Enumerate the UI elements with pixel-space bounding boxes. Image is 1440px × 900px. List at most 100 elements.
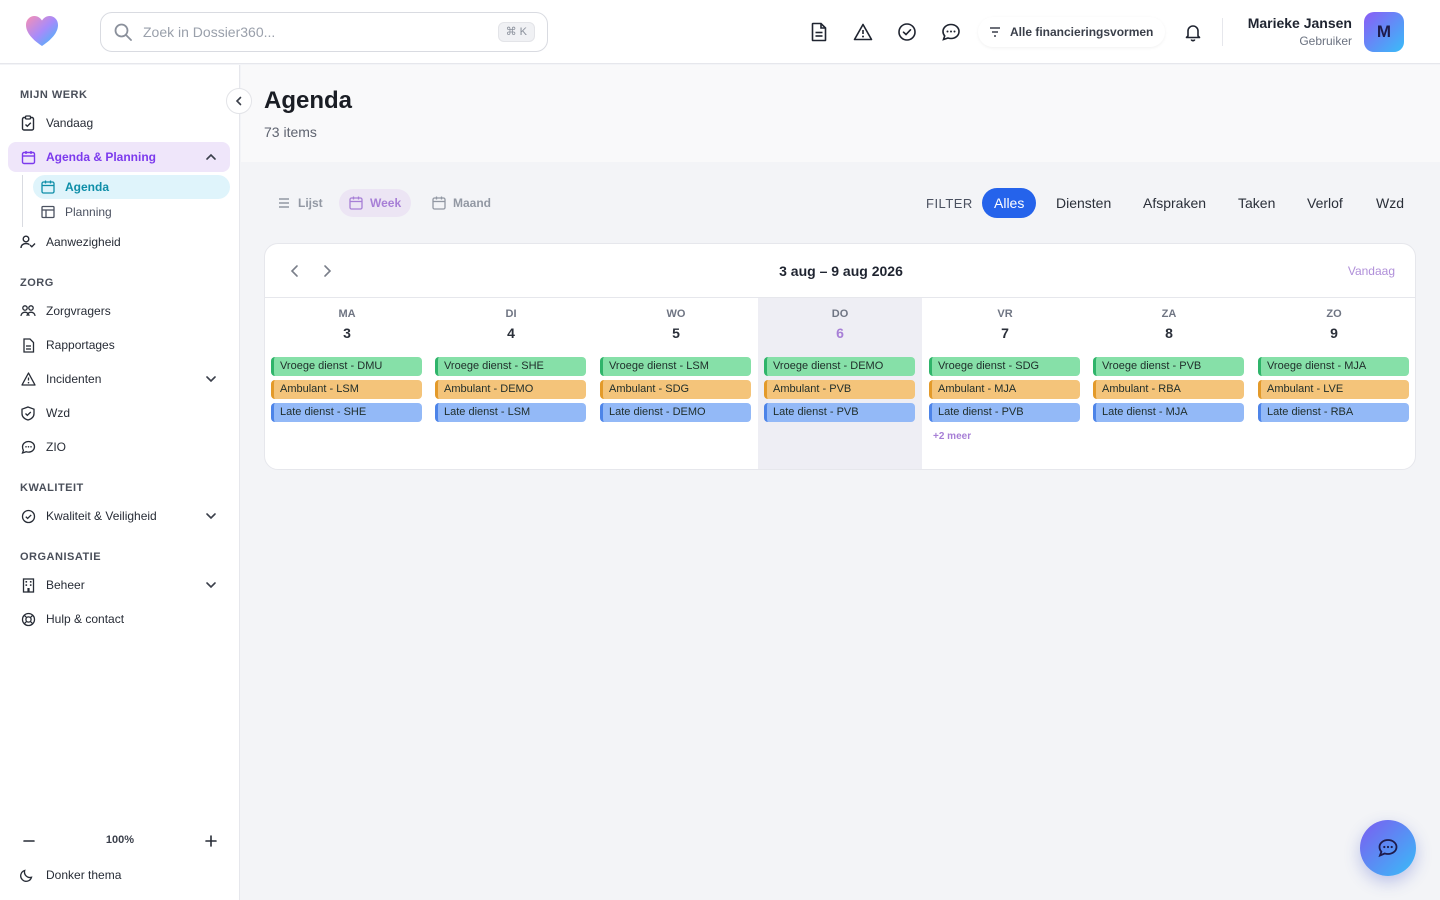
search-input[interactable]: Zoek in Dossier360... [143, 24, 275, 40]
sidebar-item-label: Kwaliteit & Veiligheid [46, 509, 157, 523]
calendar-event[interactable]: Late dienst - SHE [271, 403, 422, 422]
view-tab-week[interactable]: Week [339, 189, 412, 217]
lifebuoy-icon [20, 611, 36, 627]
submenu-line [22, 175, 23, 227]
avatar[interactable]: M [1364, 12, 1404, 52]
calendar-event[interactable]: Late dienst - RBA [1258, 403, 1409, 422]
day-number: 5 [672, 325, 680, 341]
calendar-icon [41, 180, 55, 194]
day-column-do[interactable]: DO 6 Vroege dienst - DEMO Ambulant - PVB… [758, 298, 922, 469]
view-tab-list[interactable]: Lijst [267, 189, 333, 217]
day-column-vr[interactable]: VR 7 Vroege dienst - SDG Ambulant - MJA … [923, 298, 1087, 469]
financing-filter-button[interactable]: Alle financieringsvormen [978, 17, 1166, 47]
sidebar-item-aanwezigheid[interactable]: Aanwezigheid [8, 227, 230, 257]
calendar-event[interactable]: Ambulant - LSM [271, 380, 422, 399]
sidebar-item-beheer[interactable]: Beheer [8, 570, 230, 600]
day-number: 8 [1165, 325, 1173, 341]
chat-icon [20, 439, 36, 455]
day-column-di[interactable]: DI 4 Vroege dienst - SHE Ambulant - DEMO… [429, 298, 593, 469]
calendar-icon [349, 196, 363, 210]
calendar-event[interactable]: Vroege dienst - MJA [1258, 357, 1409, 376]
filter-diensten[interactable]: Diensten [1056, 188, 1111, 218]
chevron-down-icon [206, 513, 216, 520]
calendar-event[interactable]: Late dienst - DEMO [600, 403, 751, 422]
filter-alles[interactable]: Alles [982, 188, 1037, 218]
date-range: 3 aug – 9 aug 2026 [779, 263, 903, 279]
calendar-event[interactable]: Vroege dienst - LSM [600, 357, 751, 376]
calendar-event[interactable]: Vroege dienst - SHE [435, 357, 586, 376]
item-count: 73 items [264, 124, 317, 140]
bell-icon[interactable] [1181, 20, 1205, 44]
calendar-event[interactable]: Ambulant - MJA [929, 380, 1080, 399]
chevron-up-icon [206, 153, 216, 160]
check-circle-icon[interactable] [895, 20, 919, 44]
calendar-event[interactable]: Late dienst - PVB [929, 403, 1080, 422]
filter-verlof[interactable]: Verlof [1307, 188, 1343, 218]
check-circle-icon [20, 508, 36, 524]
search-box[interactable]: Zoek in Dossier360... ⌘ K [100, 12, 548, 52]
calendar-event[interactable]: Late dienst - MJA [1093, 403, 1244, 422]
calendar-event[interactable]: Ambulant - LVE [1258, 380, 1409, 399]
sidebar-item-label: Agenda & Planning [46, 150, 157, 164]
sidebar-item-agenda-planning[interactable]: Agenda & Planning [8, 142, 230, 172]
day-column-za[interactable]: ZA 8 Vroege dienst - PVB Ambulant - RBA … [1087, 298, 1251, 469]
sidebar-item-rapportages[interactable]: Rapportages [8, 330, 230, 360]
calendar-event[interactable]: Ambulant - DEMO [435, 380, 586, 399]
sidebar-item-vandaag[interactable]: Vandaag [8, 108, 230, 138]
chevron-left-icon [235, 96, 242, 106]
collapse-sidebar-button[interactable] [226, 88, 252, 114]
day-name: WO [666, 308, 686, 320]
calendar-event[interactable]: Vroege dienst - DMU [271, 357, 422, 376]
calendar-event[interactable]: Vroege dienst - PVB [1093, 357, 1244, 376]
dark-theme-toggle[interactable]: Donker thema [20, 868, 121, 882]
sidebar-item-label: Aanwezigheid [46, 235, 121, 249]
calendar-event[interactable]: Late dienst - LSM [435, 403, 586, 422]
table-icon [41, 205, 55, 219]
sidebar-item-kwaliteit-veiligheid[interactable]: Kwaliteit & Veiligheid [8, 501, 230, 531]
filter-taken[interactable]: Taken [1238, 188, 1275, 218]
calendar-header: 3 aug – 9 aug 2026 Vandaag [265, 244, 1415, 298]
app-logo[interactable] [24, 14, 60, 50]
filter-afspraken[interactable]: Afspraken [1143, 188, 1206, 218]
sidebar-subitem-label: Agenda [65, 180, 110, 194]
calendar-event[interactable]: Late dienst - PVB [764, 403, 915, 422]
day-name: ZA [1161, 308, 1177, 320]
user-role: Gebruiker [1299, 34, 1352, 48]
section-title-zorg: ZORG [20, 277, 54, 289]
day-column-zo[interactable]: ZO 9 Vroege dienst - MJA Ambulant - LVE … [1252, 298, 1415, 469]
calendar-event[interactable]: Ambulant - PVB [764, 380, 915, 399]
sidebar-item-label: Wzd [46, 406, 70, 420]
top-bar: Zoek in Dossier360... ⌘ K Alle financier… [0, 0, 1440, 64]
chat-icon[interactable] [939, 20, 963, 44]
user-name: Marieke Jansen [1247, 15, 1352, 31]
sidebar-subitem-agenda[interactable]: Agenda [33, 175, 230, 199]
more-events-link[interactable]: +2 meer [933, 431, 971, 442]
sidebar-item-incidenten[interactable]: Incidenten [8, 364, 230, 394]
warning-icon[interactable] [851, 20, 875, 44]
day-number: 4 [507, 325, 515, 341]
sidebar-item-wzd[interactable]: Wzd [8, 398, 230, 428]
sidebar-subitem-planning[interactable]: Planning [33, 200, 230, 224]
sidebar-item-zorgvragers[interactable]: Zorgvragers [8, 296, 230, 326]
sidebar-item-hulp-contact[interactable]: Hulp & contact [8, 604, 230, 634]
calendar-event[interactable]: Ambulant - SDG [600, 380, 751, 399]
filter-wzd[interactable]: Wzd [1376, 188, 1404, 218]
day-column-ma[interactable]: MA 3 Vroege dienst - DMU Ambulant - LSM … [265, 298, 429, 469]
view-tab-label: Lijst [298, 196, 323, 210]
view-tab-month[interactable]: Maand [422, 189, 501, 217]
sidebar-item-label: ZIO [46, 440, 66, 454]
sidebar-subitem-label: Planning [65, 205, 112, 219]
sidebar-item-zio[interactable]: ZIO [8, 432, 230, 462]
chat-icon [1378, 839, 1398, 858]
day-name: DI [505, 308, 517, 320]
document-icon[interactable] [807, 20, 831, 44]
day-column-wo[interactable]: WO 5 Vroege dienst - LSM Ambulant - SDG … [594, 298, 758, 469]
plus-icon[interactable] [202, 832, 220, 850]
search-icon [114, 23, 132, 41]
calendar-event[interactable]: Vroege dienst - SDG [929, 357, 1080, 376]
calendar-event[interactable]: Ambulant - RBA [1093, 380, 1244, 399]
chat-button[interactable] [1360, 820, 1416, 876]
today-button[interactable]: Vandaag [1348, 264, 1395, 278]
calendar-event[interactable]: Vroege dienst - DEMO [764, 357, 915, 376]
clipboard-icon [20, 115, 36, 131]
